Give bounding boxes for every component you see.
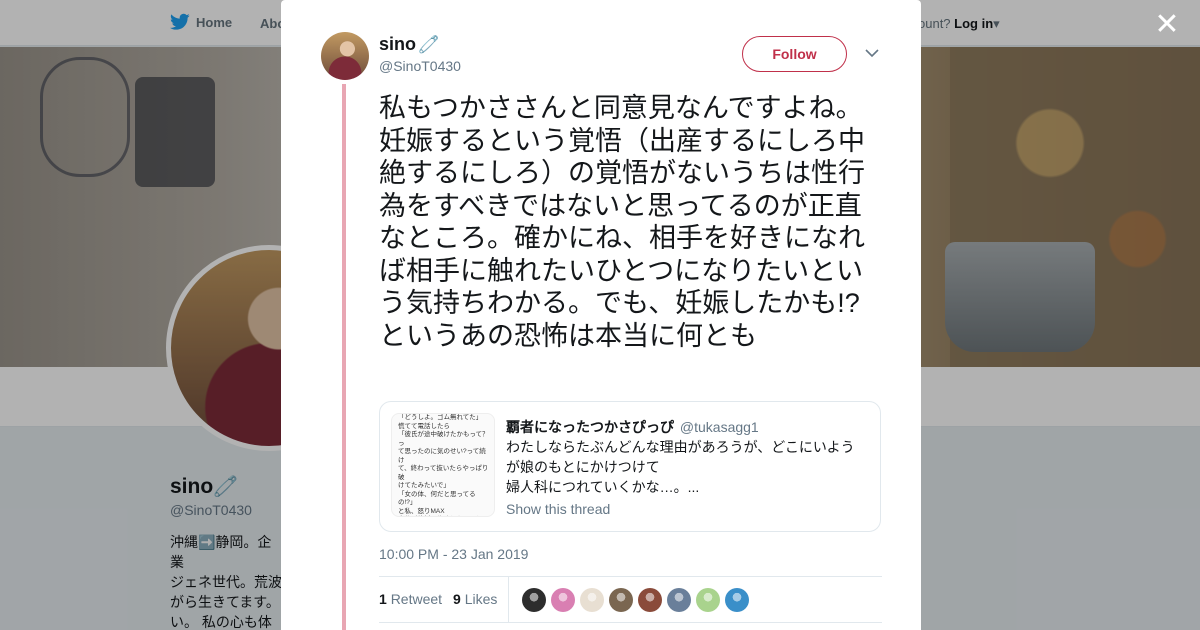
quoted-tweet-text: わたしならたぶんどんな理由があろうが、どこにいようが娘のもとにかけつけて 婦人科…	[506, 439, 855, 495]
liker-avatar-2[interactable]	[551, 588, 575, 612]
retweet-label: Retweet	[390, 591, 443, 607]
chevron-down-icon[interactable]	[864, 45, 880, 61]
author-name-text: sino	[379, 34, 417, 54]
tweet-timestamp[interactable]: 10:00 PM - 23 Jan 2019	[379, 546, 528, 562]
liker-avatar-3[interactable]	[580, 588, 604, 612]
thread-line	[342, 84, 346, 630]
safety-pin-icon: 🧷	[418, 34, 440, 54]
likers-avatar-list	[522, 588, 749, 612]
likes-stat[interactable]: 9 Likes	[453, 591, 497, 607]
quoted-author: 覇者になったつかさぴっぴ @tukasagg1	[506, 417, 759, 437]
divider	[379, 576, 882, 577]
author-name[interactable]: sino 🧷	[379, 34, 439, 55]
liker-avatar-1[interactable]	[522, 588, 546, 612]
retweet-count: 1	[379, 591, 387, 607]
follow-button[interactable]: Follow	[742, 36, 847, 72]
author-avatar[interactable]	[321, 32, 369, 80]
retweet-stat[interactable]: 1 Retweet	[379, 591, 442, 607]
liker-avatar-4[interactable]	[609, 588, 633, 612]
liker-avatar-8[interactable]	[725, 588, 749, 612]
liker-avatar-6[interactable]	[667, 588, 691, 612]
author-handle[interactable]: @SinoT0430	[379, 58, 461, 74]
liker-avatar-5[interactable]	[638, 588, 662, 612]
likes-label: Likes	[464, 591, 498, 607]
thumbnail-text: 「どうしよ。ゴム無れてた」 慌てて電話したら 「彼氏が途中破けたかもって？っ て…	[398, 414, 489, 515]
show-thread-link[interactable]: Show this thread	[506, 501, 610, 517]
tweet-text: 私もつかささんと同意見なんですよね。妊娠するという覚悟（出産するにしろ中絶するに…	[379, 93, 865, 351]
close-icon[interactable]: ✕	[1152, 10, 1182, 40]
tweet-modal: sino 🧷 @SinoT0430 Follow 私もつかささんと同意見なんですよ…	[281, 0, 921, 630]
liker-avatar-7[interactable]	[696, 588, 720, 612]
divider	[379, 622, 882, 623]
quoted-tweet-thumbnail[interactable]: 「どうしよ。ゴム無れてた」 慌てて電話したら 「彼氏が途中破けたかもって？っ て…	[391, 413, 495, 517]
quoted-author-name: 覇者になったつかさぴっぴ	[506, 419, 674, 435]
quoted-tweet[interactable]: 「どうしよ。ゴム無れてた」 慌てて電話したら 「彼氏が途中破けたかもって？っ て…	[379, 401, 881, 532]
like-count: 9	[453, 591, 461, 607]
stats-separator	[508, 577, 509, 622]
quoted-author-handle: @tukasagg1	[679, 419, 759, 435]
